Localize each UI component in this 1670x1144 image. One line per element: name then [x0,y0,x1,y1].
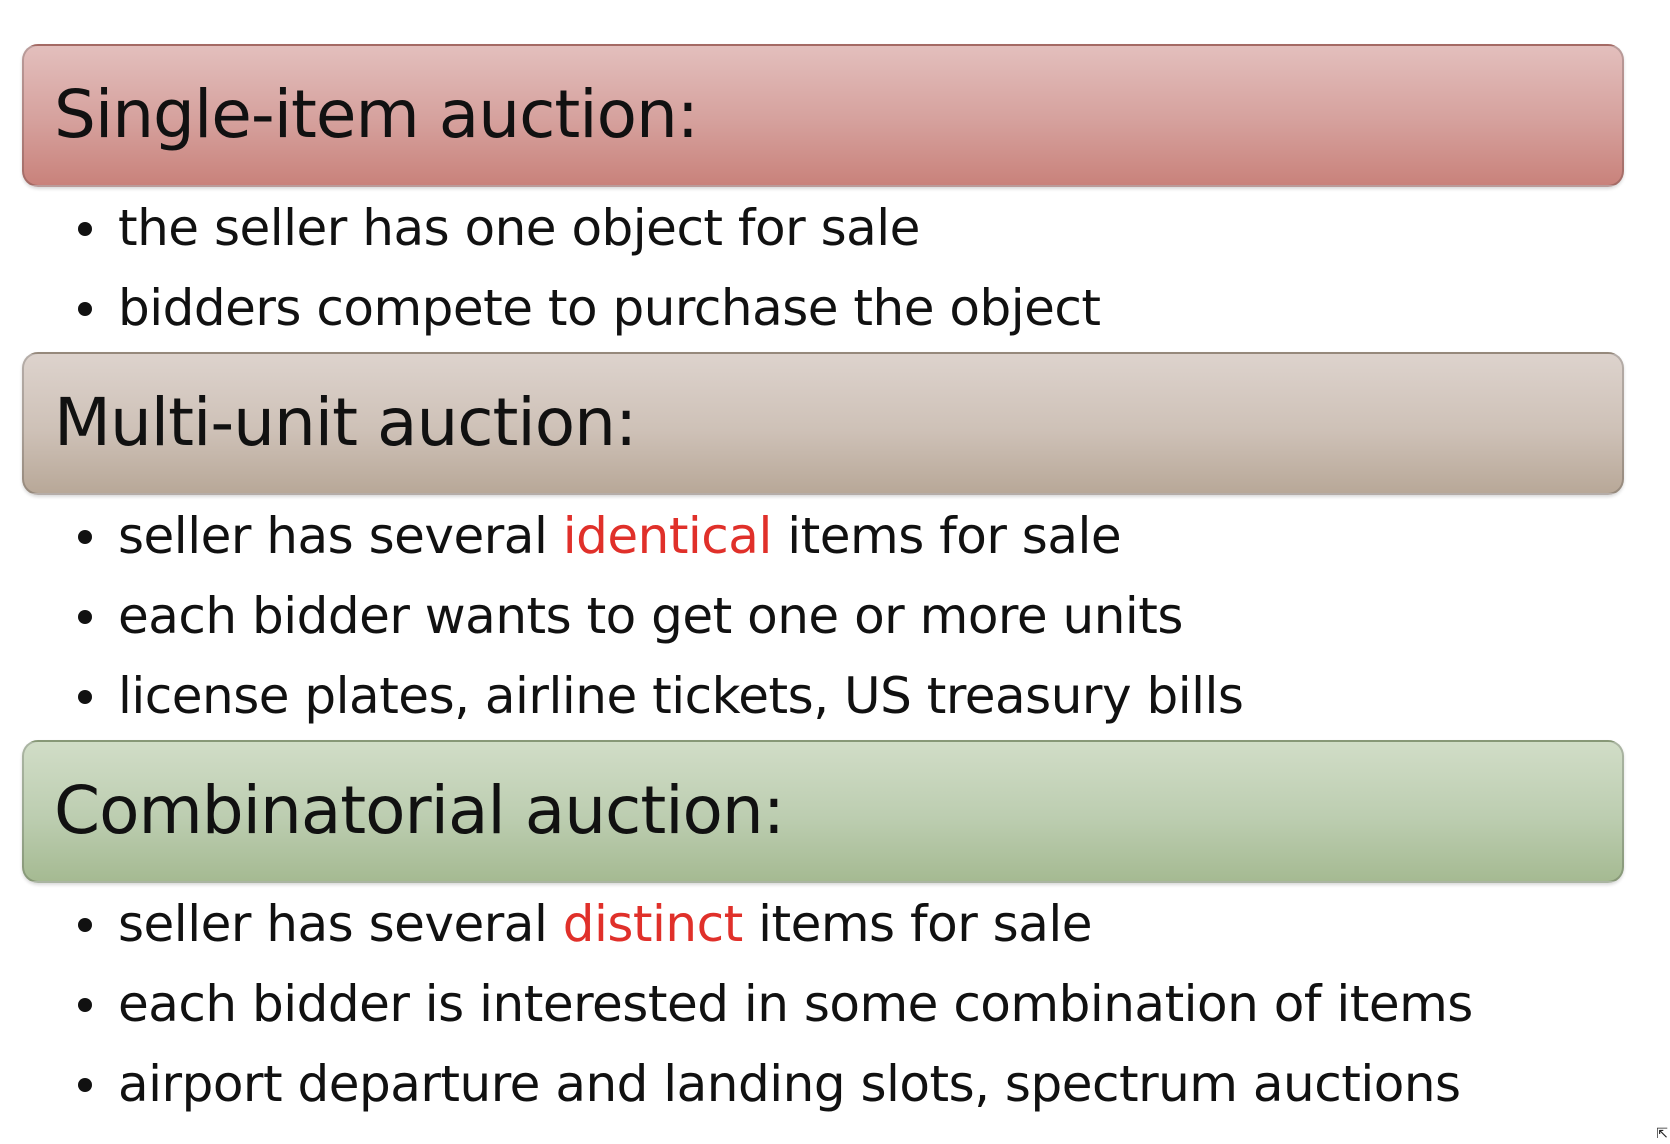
highlighted-word: identical [562,507,773,565]
section-header-multi-unit: Multi-unit auction: [22,352,1624,495]
bullet-text: seller has several [118,895,563,953]
bullet-dot-icon [78,302,92,316]
bullet-dot-icon [78,1078,92,1092]
resize-arrow-icon[interactable]: ⇱ [1656,1126,1668,1142]
bullet-text: each bidder wants to get one or more uni… [118,587,1183,645]
bullet-dot-icon [78,610,92,624]
bullet-dot-icon [78,690,92,704]
bullet-item: seller has several distinct items for sa… [74,884,1473,964]
bullet-text: seller has several [118,507,563,565]
bullet-text: license plates, airline tickets, US trea… [118,667,1244,725]
bullet-text: airport departure and landing slots, spe… [118,1055,1461,1113]
bullet-list-single-item: the seller has one object for sale bidde… [74,188,1101,348]
bullet-item: seller has several identical items for s… [74,496,1243,576]
section-title: Combinatorial auction: [54,771,785,849]
section-title: Single-item auction: [54,75,699,153]
bullet-list-combinatorial: seller has several distinct items for sa… [74,884,1473,1124]
bullet-text: the seller has one object for sale [118,199,920,257]
bullet-item: each bidder is interested in some combin… [74,964,1473,1044]
bullet-item: the seller has one object for sale [74,188,1100,268]
bullet-text: items for sale [771,507,1122,565]
section-header-combinatorial: Combinatorial auction: [22,740,1624,883]
bullet-item: airport departure and landing slots, spe… [74,1044,1473,1124]
bullet-text: items for sale [742,895,1092,953]
bullet-dot-icon [78,222,92,236]
bullet-dot-icon [78,530,92,544]
bullet-item: license plates, airline tickets, US trea… [74,656,1244,736]
bullet-dot-icon [78,998,92,1012]
bullet-item: bidders compete to purchase the object [74,268,1101,348]
section-header-single-item: Single-item auction: [22,44,1624,187]
bullet-item: each bidder wants to get one or more uni… [74,576,1243,656]
highlighted-word: distinct [562,895,743,953]
bullet-text: each bidder is interested in some combin… [118,975,1473,1033]
bullet-list-multi-unit: seller has several identical items for s… [74,496,1244,736]
bullet-dot-icon [78,918,92,932]
bullet-text: bidders compete to purchase the object [118,279,1101,337]
section-title: Multi-unit auction: [54,383,637,461]
